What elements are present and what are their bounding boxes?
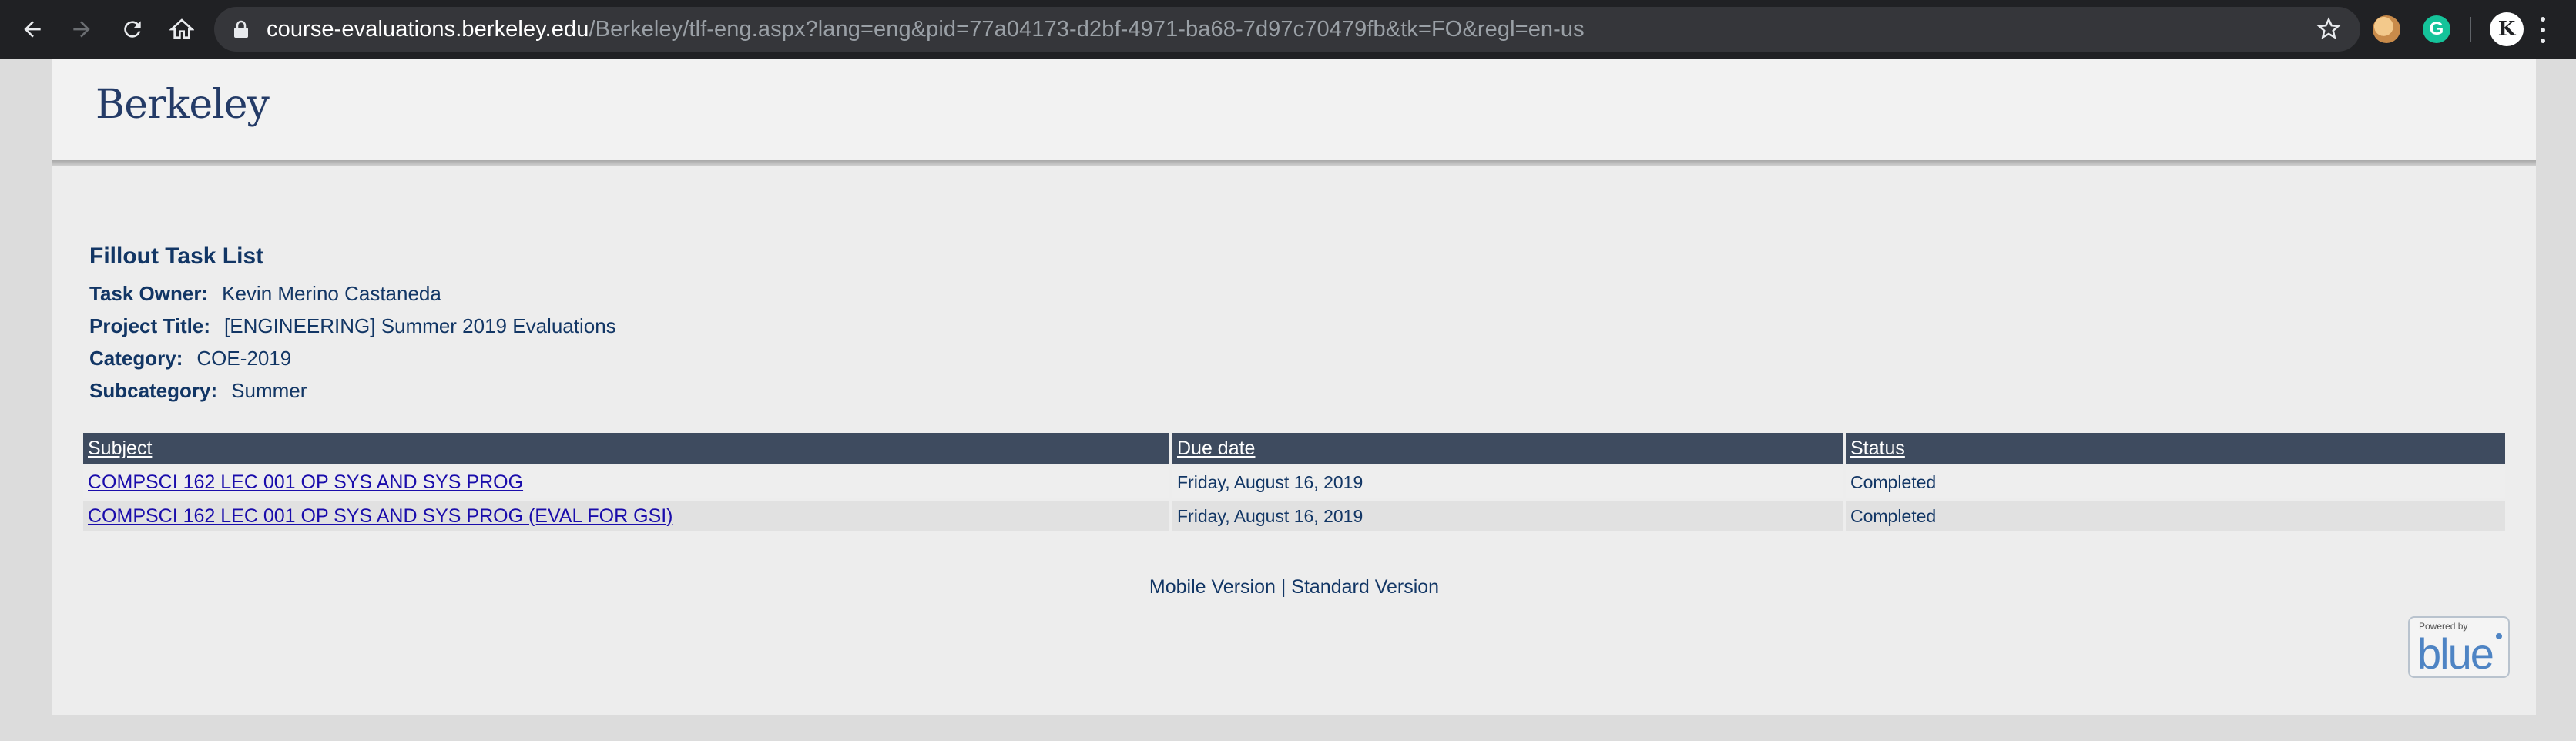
task-owner-row: Task Owner: Kevin Merino Castaneda [89, 277, 616, 310]
url-host: course-evaluations.berkeley.edu [267, 17, 589, 42]
address-bar[interactable]: course-evaluations.berkeley.edu/Berkeley… [214, 7, 2360, 52]
table-row: COMPSCI 162 LEC 001 OP SYS AND SYS PROG … [83, 501, 2505, 531]
category-value: COE-2019 [196, 347, 292, 370]
page-title: Fillout Task List [89, 243, 264, 269]
task-owner-value: Kevin Merino Castaneda [222, 282, 441, 305]
category-label: Category: [89, 347, 183, 370]
forward-button[interactable] [63, 11, 100, 48]
home-icon [169, 18, 194, 39]
category-row: Category: COE-2019 [89, 342, 616, 374]
subject-column-header[interactable]: Subject [83, 433, 1169, 464]
lock-icon [234, 20, 248, 38]
berkeley-logo[interactable]: Berkeley [96, 82, 270, 128]
subject-link[interactable]: COMPSCI 162 LEC 001 OP SYS AND SYS PROG [88, 471, 523, 493]
cookie-extension-icon[interactable] [2373, 15, 2400, 43]
standard-version-link[interactable]: Standard Version [1291, 576, 1439, 598]
arrow-left-icon [24, 21, 41, 38]
task-owner-label: Task Owner: [89, 282, 209, 305]
due-date-cell: Friday, August 16, 2019 [1172, 501, 1843, 531]
table-row: COMPSCI 162 LEC 001 OP SYS AND SYS PROG … [83, 467, 2505, 498]
bookmark-star-icon[interactable] [2316, 16, 2342, 42]
browser-menu-icon[interactable] [2539, 17, 2547, 43]
grammarly-extension-icon[interactable]: G [2423, 15, 2450, 43]
table-header-row: Subject Due date Status [83, 433, 2505, 464]
site-header: Berkeley [52, 59, 2536, 162]
header-divider [52, 160, 2536, 166]
subcategory-value: Summer [231, 379, 307, 402]
subcategory-label: Subcategory: [89, 379, 218, 402]
back-button[interactable] [14, 11, 51, 48]
status-cell: Completed [1846, 467, 2505, 498]
mobile-version-link[interactable]: Mobile Version [1149, 576, 1276, 598]
home-button[interactable] [163, 11, 200, 48]
project-title-value: [ENGINEERING] Summer 2019 Evaluations [224, 314, 616, 337]
url-path: /Berkeley/tlf-eng.aspx?lang=eng&pid=77a0… [589, 17, 1585, 42]
toolbar-divider [2470, 17, 2471, 42]
version-footer: Mobile Version | Standard Version [52, 576, 2536, 598]
brand-dot-icon [2496, 633, 2502, 639]
reload-icon [124, 21, 141, 38]
status-cell: Completed [1846, 501, 2505, 531]
blue-brand-text: blue [2417, 629, 2494, 678]
subject-link[interactable]: COMPSCI 162 LEC 001 OP SYS AND SYS PROG … [88, 505, 673, 527]
subject-cell: COMPSCI 162 LEC 001 OP SYS AND SYS PROG [83, 467, 1169, 498]
task-table: Subject Due date Status COMPSCI 162 LEC … [80, 430, 2508, 535]
page-content: Berkeley Fillout Task List Task Owner: Ke… [52, 59, 2536, 715]
status-column-header[interactable]: Status [1846, 433, 2505, 464]
arrow-right-icon [73, 21, 90, 38]
subcategory-row: Subcategory: Summer [89, 374, 616, 407]
profile-avatar[interactable]: K [2490, 12, 2524, 46]
due-date-cell: Friday, August 16, 2019 [1172, 467, 1843, 498]
project-title-label: Project Title: [89, 314, 211, 337]
subject-cell: COMPSCI 162 LEC 001 OP SYS AND SYS PROG … [83, 501, 1169, 531]
reload-button[interactable] [114, 11, 151, 48]
browser-toolbar: course-evaluations.berkeley.edu/Berkeley… [0, 0, 2576, 59]
due-date-column-header[interactable]: Due date [1172, 433, 1843, 464]
task-info: Fillout Task List Task Owner: Kevin Merin… [89, 243, 616, 407]
url-text: course-evaluations.berkeley.edu/Berkeley… [267, 7, 1585, 52]
powered-by-blue-logo: Powered by blue [2408, 616, 2510, 678]
project-title-row: Project Title: [ENGINEERING] Summer 2019 … [89, 310, 616, 342]
footer-separator: | [1275, 576, 1292, 598]
